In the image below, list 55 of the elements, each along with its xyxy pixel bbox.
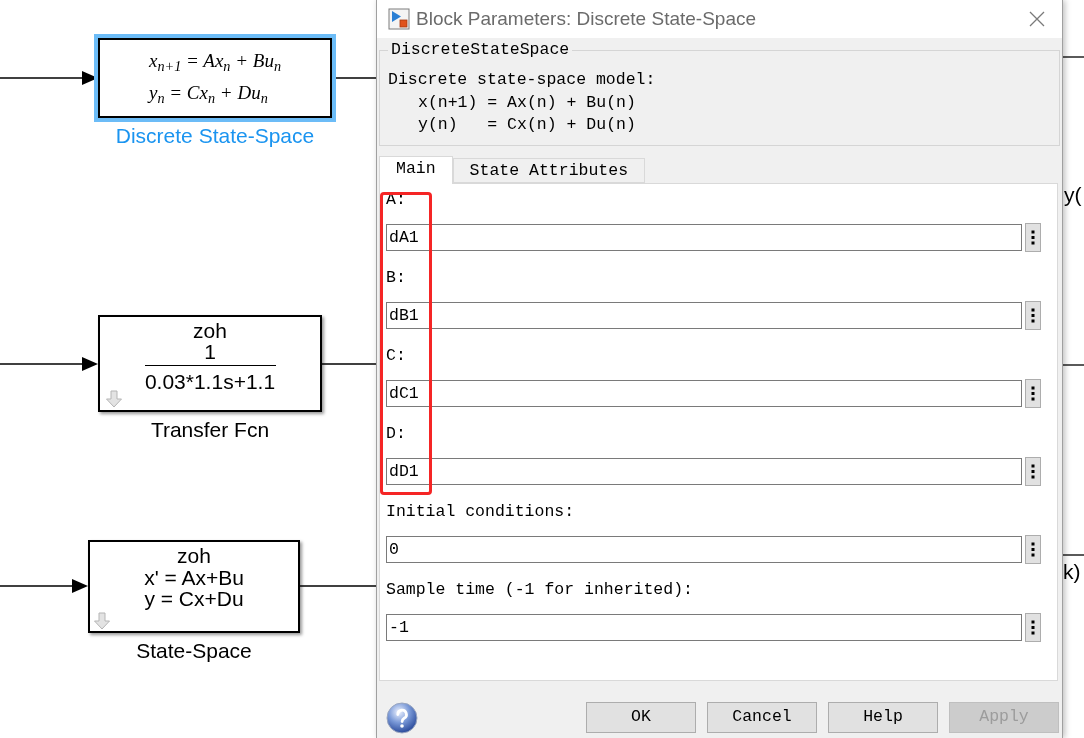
block-text: y = Cx+Du	[144, 588, 244, 610]
diagram-block[interactable]: zoh 1 0.03*1.1s+1.1	[98, 315, 322, 412]
signal-line	[1062, 364, 1084, 366]
diagram-block[interactable]: zoh x' = Ax+Bu y = Cx+Du	[88, 540, 300, 633]
text-field[interactable]: dB1	[386, 301, 1022, 329]
more-options-button[interactable]	[1025, 456, 1041, 486]
dialog-button[interactable]: OK	[586, 702, 696, 733]
vertical-dots-icon	[1031, 619, 1035, 635]
more-options-button[interactable]	[1025, 300, 1041, 330]
signal-line	[1062, 56, 1084, 58]
more-options-button[interactable]	[1025, 222, 1041, 252]
more-options-button[interactable]	[1025, 612, 1041, 642]
block-equation: x$_{n+1}$ = Ax$_{n}$ + Bu$_{n}$	[149, 49, 281, 76]
field-label: Sample time (-1 for inherited):	[386, 579, 693, 600]
signal-label: k)	[1063, 560, 1081, 584]
field-label: B:	[386, 267, 406, 288]
group-title: DiscreteStateSpace	[390, 40, 571, 60]
block-label: Discrete State-Space	[115, 124, 315, 148]
description-equation: y(n) = Cx(n) + Du(n)	[418, 114, 636, 136]
text-field[interactable]: dA1	[386, 223, 1022, 251]
text-field[interactable]: dC1	[386, 379, 1022, 407]
text-field[interactable]: dD1	[386, 457, 1022, 485]
help-icon[interactable]	[386, 701, 418, 734]
block-text: zoh	[193, 320, 227, 341]
field-label: C:	[386, 345, 406, 366]
field-label: Initial conditions:	[386, 501, 575, 522]
denominator-text: 0.03*1.1s+1.1	[144, 371, 276, 392]
block-icon	[388, 8, 410, 30]
dialog-button[interactable]: Help	[828, 702, 938, 733]
vertical-dots-icon	[1031, 385, 1035, 401]
block-label: State-Space	[136, 639, 252, 663]
signal-line	[1062, 554, 1084, 556]
more-options-button[interactable]	[1025, 534, 1041, 564]
more-options-button[interactable]	[1025, 378, 1041, 408]
vertical-dots-icon	[1031, 463, 1035, 479]
vertical-dots-icon	[1031, 541, 1035, 557]
vertical-dots-icon	[1031, 307, 1035, 323]
signal-line	[321, 363, 377, 365]
tab[interactable]: State Attributes	[452, 157, 646, 183]
description-equation: x(n+1) = Ax(n) + Bu(n)	[418, 91, 636, 114]
block-label: Transfer Fcn	[150, 418, 270, 442]
block-text: x' = Ax+Bu	[144, 566, 244, 588]
field-label: D:	[386, 423, 406, 444]
text-field[interactable]: 0	[386, 535, 1022, 563]
signal-label: y(	[1064, 183, 1082, 207]
tab[interactable]: Main	[379, 155, 453, 184]
window-title: Block Parameters: Discrete State-Space	[416, 6, 757, 31]
description-text: Discrete state-space model:	[388, 69, 656, 91]
vertical-dots-icon	[1031, 229, 1035, 245]
block-equation: y$_{n}$ = Cx$_{n}$ + Du$_{n}$	[149, 81, 268, 108]
block-text: zoh	[177, 545, 211, 567]
numerator-text: 1	[204, 341, 216, 362]
close-icon	[1029, 11, 1045, 27]
text-field[interactable]: -1	[386, 613, 1022, 641]
dialog-button[interactable]: Cancel	[707, 702, 817, 733]
